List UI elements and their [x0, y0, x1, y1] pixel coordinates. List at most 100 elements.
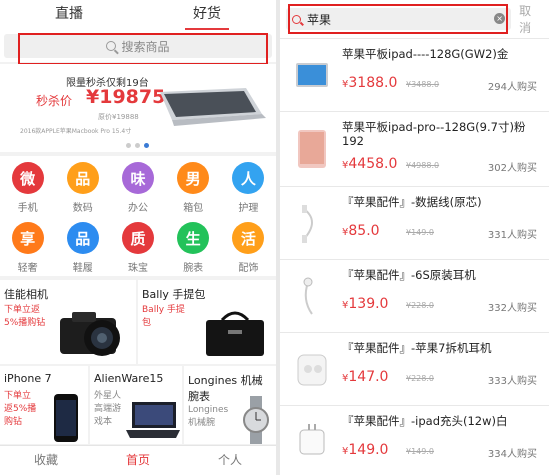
category-item[interactable]: 味办公 [110, 156, 165, 216]
iphone-image [54, 394, 78, 442]
laptop-image [160, 88, 266, 126]
product-row[interactable]: 苹果平板ipad----128G(GW2)金 ¥3188.0 ¥3488.0 294人… [280, 38, 549, 111]
product-name: 『苹果配件』-ipad充头(12w)白 [342, 414, 508, 428]
card-subtitle: Bally 手提 包 [142, 305, 185, 328]
bottom-nav: 收藏 首页 个人 [0, 445, 276, 475]
carousel-dots[interactable] [126, 143, 149, 148]
featured-row-2: iPhone 7 下单立 返5%播 购钻 AlienWare15 外星人 高端游… [0, 366, 276, 444]
product-price: ¥85.0 [342, 223, 380, 239]
product-original-price: ¥149.0 [406, 228, 434, 237]
card-subtitle: 下单立 返5%播 购钻 [4, 391, 37, 427]
product-price: ¥147.0 [342, 369, 389, 385]
product-name: 苹果平板ipad-pro--128G(9.7寸)粉192 [342, 120, 526, 148]
banner-price-label: 秒杀价 [36, 94, 73, 108]
card-iphone7[interactable]: iPhone 7 下单立 返5%播 购钻 [0, 366, 88, 444]
product-original-price: ¥149.0 [406, 447, 434, 456]
home-screen: 直播 好货 搜索商品 限量秒杀仅剩19台 秒杀价 ¥19875 原价¥19888… [0, 0, 276, 475]
category-item[interactable]: 品鞋履 [55, 216, 110, 276]
top-tabs: 直播 好货 [0, 0, 276, 30]
nav-home[interactable]: 首页 [92, 446, 184, 475]
category-label: 配饰 [238, 263, 259, 274]
carousel-dot[interactable] [126, 143, 131, 148]
category-label: 腕表 [183, 263, 204, 274]
category-icon: 享 [11, 222, 44, 254]
card-title: iPhone 7 [4, 372, 52, 385]
product-row[interactable]: 『苹果配件』-苹果7拆机耳机 ¥147.0 ¥228.0 333人购买 [280, 332, 549, 405]
results-list: 苹果平板ipad----128G(GW2)金 ¥3188.0 ¥3488.0 294人… [280, 38, 549, 475]
category-icon: 人 [232, 162, 265, 194]
category-item[interactable]: 生腕表 [166, 216, 221, 276]
category-label: 箱包 [183, 203, 204, 214]
banner-caption: 2016款APPLE苹果Macbook Pro 15.4寸 [20, 128, 132, 135]
highlight-box [18, 33, 268, 65]
product-original-price: ¥4988.0 [406, 161, 440, 170]
product-price: ¥4458.0 [342, 156, 398, 172]
cancel-button[interactable]: 取消 [519, 2, 543, 36]
product-thumbnail [303, 277, 313, 315]
category-item[interactable]: 微手机 [0, 156, 55, 216]
category-icon: 质 [121, 222, 154, 254]
category-icon: 品 [66, 222, 99, 254]
product-buy-count: 294人购买 [487, 82, 537, 93]
product-name: 『苹果配件』-6S原装耳机 [342, 268, 476, 282]
product-buy-count: 332人购买 [487, 303, 537, 314]
featured-row-1: 佳能相机 下单立返 5%播购钻 Bally 手提包 Bally 手提 包 [0, 280, 276, 364]
category-grid: 微手机品数码味办公男箱包人护理享轻奢品鞋履质珠宝生腕表活配饰 [0, 156, 276, 276]
promo-banner[interactable]: 限量秒杀仅剩19台 秒杀价 ¥19875 原价¥19888 2016款APPLE… [0, 64, 276, 152]
product-thumbnail [296, 63, 328, 87]
category-item[interactable]: 男箱包 [166, 156, 221, 216]
product-row[interactable]: 苹果平板ipad-pro--128G(9.7寸)粉192 ¥4458.0 ¥4988… [280, 111, 549, 186]
camera-image [60, 312, 120, 356]
carousel-dot-active[interactable] [144, 143, 149, 148]
tab-live[interactable]: 直播 [0, 0, 138, 30]
product-thumbnail [302, 205, 313, 243]
category-label: 办公 [127, 203, 148, 214]
product-original-price: ¥3488.0 [406, 80, 440, 89]
category-item[interactable]: 品数码 [55, 156, 110, 216]
card-subtitle: 下单立返 5%播购钻 [4, 305, 46, 328]
highlight-box [288, 4, 508, 34]
product-thumbnail [297, 354, 327, 386]
product-row[interactable]: 『苹果配件』-ipad充头(12w)白 ¥149.0 ¥149.0 334人购买 [280, 405, 549, 475]
product-price: ¥139.0 [342, 296, 389, 312]
product-price: ¥149.0 [342, 442, 389, 458]
category-label: 珠宝 [127, 263, 148, 274]
category-label: 护理 [238, 203, 259, 214]
product-name: 苹果平板ipad----128G(GW2)金 [342, 47, 509, 61]
product-row[interactable]: 『苹果配件』-6S原装耳机 ¥139.0 ¥228.0 332人购买 [280, 259, 549, 332]
product-price: ¥3188.0 [342, 75, 398, 91]
nav-profile[interactable]: 个人 [184, 446, 276, 475]
product-thumbnail [299, 424, 325, 455]
category-item[interactable]: 质珠宝 [110, 216, 165, 276]
card-alienware[interactable]: AlienWare15 外星人 高端游 戏本 [90, 366, 182, 444]
banner-original-price: 原价¥19888 [98, 113, 139, 121]
product-buy-count: 302人购买 [487, 163, 537, 174]
card-subtitle: Longines 机械腕 [188, 405, 229, 428]
product-name: 『苹果配件』-苹果7拆机耳机 [342, 341, 492, 355]
product-thumbnail [298, 130, 326, 168]
category-icon: 男 [177, 162, 210, 194]
category-item[interactable]: 活配饰 [221, 216, 276, 276]
card-title: AlienWare15 [94, 372, 164, 385]
category-label: 鞋履 [72, 263, 93, 274]
category-icon: 微 [11, 162, 44, 194]
card-subtitle: 外星人 高端游 戏本 [94, 391, 122, 427]
category-icon: 味 [121, 162, 154, 194]
card-title: 佳能相机 [4, 288, 48, 301]
category-label: 数码 [72, 203, 93, 214]
nav-favorites[interactable]: 收藏 [0, 446, 92, 475]
product-row[interactable]: 『苹果配件』-数据线(原芯) ¥85.0 ¥149.0 331人购买 [280, 186, 549, 259]
product-original-price: ¥228.0 [406, 374, 434, 383]
product-buy-count: 334人购买 [487, 449, 537, 460]
category-icon: 活 [232, 222, 265, 254]
watch-image [243, 396, 269, 444]
category-item[interactable]: 人护理 [221, 156, 276, 216]
category-label: 轻奢 [17, 263, 38, 274]
card-canon-camera[interactable]: 佳能相机 下单立返 5%播购钻 [0, 280, 136, 364]
carousel-dot[interactable] [135, 143, 140, 148]
tab-good-products[interactable]: 好货 [138, 0, 276, 30]
card-longines-watch[interactable]: Longines 机械 腕表 Longines 机械腕 [184, 366, 276, 444]
category-item[interactable]: 享轻奢 [0, 216, 55, 276]
card-bally-bag[interactable]: Bally 手提包 Bally 手提 包 [138, 280, 276, 364]
bag-image [206, 311, 264, 356]
